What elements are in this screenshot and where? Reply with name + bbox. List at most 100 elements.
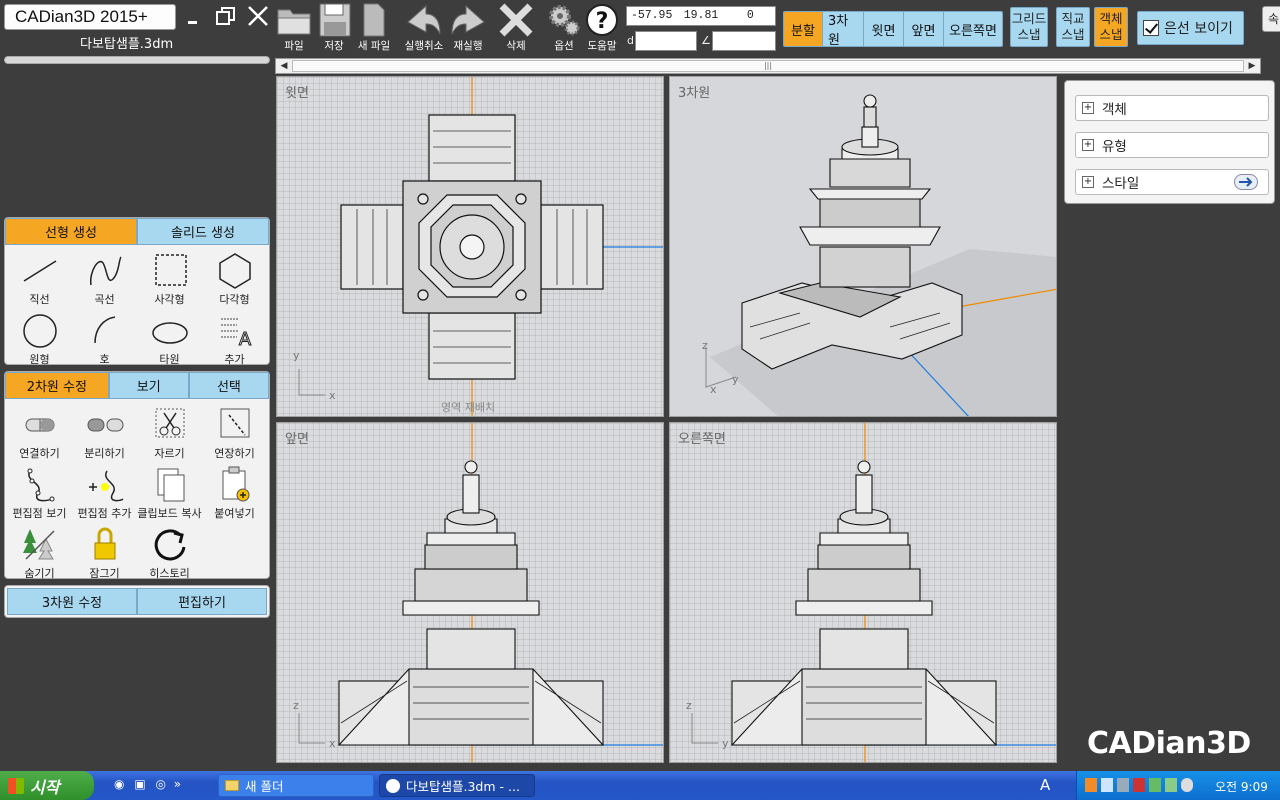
circle-tool[interactable]: 원형 [7,309,72,369]
tray-app-icon[interactable] [1085,778,1097,792]
redo-button[interactable]: 재실행 [444,0,492,56]
viewport-right[interactable]: 오른쪽면 z y [669,422,1057,763]
taskbar-item-cadian[interactable]: 다보탑샘플.3dm - ... [379,774,535,797]
app-icon[interactable]: ▣ [134,777,145,791]
view-selector: 분할 3차원 윗면 앞면 오른쪽면 [783,11,1003,47]
viewport-3d[interactable]: 3차원 z y x [669,76,1057,417]
distance-input[interactable] [635,31,697,51]
view-split-button[interactable]: 분할 [784,12,823,46]
tab-solid-create[interactable]: 솔리드 생성 [137,218,269,245]
ie-icon[interactable]: ◉ [114,777,124,791]
security-icon[interactable] [1133,778,1145,792]
view-front-button[interactable]: 앞면 [904,12,944,46]
coord-x: -57.95 [630,9,673,22]
lock-tool[interactable]: 잠그기 [72,523,137,583]
safe-remove-icon[interactable] [1181,778,1193,792]
arrow-right-icon[interactable] [1234,174,1258,190]
extend-tool[interactable]: 연장하기 [202,403,267,463]
scroll-left-arrow-icon[interactable]: ◀ [277,59,291,73]
properties-object-row[interactable]: + 객체 [1075,95,1269,121]
horizontal-scrollbar[interactable]: ◀ ||| ▶ [275,58,1261,74]
help-button[interactable]: ? 도움말 [578,0,626,56]
tab-linear-create[interactable]: 선형 생성 [5,218,137,245]
viewport-front[interactable]: 앞면 z x [276,422,664,763]
distance-label: d [627,34,634,47]
tab-view[interactable]: 보기 [108,372,189,399]
system-tray: 오전 9:09 [1076,771,1280,800]
create-group: 선형 생성 솔리드 생성 직선 곡선 사각형 다각형 원형 호 타원 A 추가 [4,217,270,366]
pen-icon[interactable] [1165,778,1177,792]
tab-editing[interactable]: 편집하기 [137,588,267,615]
properties-panel: + 객체 + 유형 + 스타일 [1064,80,1275,204]
angle-input[interactable] [712,31,776,51]
rectangle-icon [154,254,187,286]
chrome-icon[interactable]: ◎ [155,777,165,791]
network-icon[interactable] [1101,778,1113,792]
polygon-tool[interactable]: 다각형 [202,249,267,309]
view-3d-button[interactable]: 3차원 [823,12,864,46]
expand-icon: + [1082,176,1094,188]
view-right-button[interactable]: 오른쪽면 [944,12,1002,46]
show-hidden-lines-checkbox[interactable]: 은선 보이기 [1137,11,1244,45]
extend-icon [220,408,249,438]
close-button[interactable] [246,4,270,28]
expand-icon: + [1082,139,1094,151]
new-file-button[interactable]: 새 파일 [350,0,398,56]
checkbox-checked-icon [1143,20,1159,36]
paste-tool[interactable]: 붙여넣기 [202,463,267,523]
overflow-button[interactable]: 속 [1262,6,1280,32]
minimize-button[interactable] [184,4,208,28]
tab-select[interactable]: 선택 [188,372,270,399]
top-toolbar: CADian3D 2015+ 다보탑샘플.3dm 파일 저장 새 파일 실행취소… [0,0,1280,58]
clipboard-copy-tool[interactable]: 클립보드 복사 [137,463,202,523]
show-edit-points-tool[interactable]: 편집점 보기 [7,463,72,523]
front-view-drawing [298,423,663,762]
language-indicator[interactable]: A [1040,776,1050,794]
properties-style-row[interactable]: + 스타일 [1075,169,1269,195]
trim-tool[interactable]: 자르기 [137,403,202,463]
restore-button[interactable] [214,4,238,28]
properties-type-row[interactable]: + 유형 [1075,132,1269,158]
curve-tool[interactable]: 곡선 [72,249,137,309]
viewport-title: 윗면 [285,86,309,101]
restore-icon [216,7,235,25]
svg-text:A: A [238,329,251,350]
windows-logo-icon [8,777,24,794]
chevron-right-icon[interactable]: » [174,777,181,791]
start-button[interactable]: 시작 [0,771,94,800]
grid-snap-toggle[interactable]: 그리드 스냅 [1010,7,1048,47]
delete-button[interactable]: 삭제 [492,0,540,56]
ellipse-tool[interactable]: 타원 [137,309,202,369]
rearrange-area-label: 영역 재배치 [441,401,496,414]
ellipse-icon [151,322,188,344]
tab-2d-edit[interactable]: 2차원 수정 [5,372,109,399]
ortho-snap-toggle[interactable]: 직교 스냅 [1056,7,1090,47]
line-tool[interactable]: 직선 [7,249,72,309]
scroll-right-arrow-icon[interactable]: ▶ [1245,59,1259,73]
paste-icon [222,466,249,502]
split-icon [87,418,123,432]
tab-3d-edit[interactable]: 3차원 수정 [7,588,137,615]
svg-text:?: ? [596,9,609,34]
add-edit-point-tool[interactable]: 편집점 추가 [72,463,137,523]
volume-icon[interactable] [1117,778,1129,792]
split-tool[interactable]: 분리하기 [72,403,137,463]
view-top-button[interactable]: 윗면 [864,12,904,46]
scrollbar-thumb[interactable]: ||| [292,60,1244,72]
hide-tool[interactable]: 숨기기 [7,523,72,583]
update-icon[interactable] [1149,778,1161,792]
panel-resize-slider[interactable] [4,56,270,64]
rectangle-tool[interactable]: 사각형 [137,249,202,309]
clock: 오전 9:09 [1215,780,1268,794]
taskbar-item-folder[interactable]: 새 폴더 [218,774,374,797]
join-tool[interactable]: 연결하기 [7,403,72,463]
angle-label: ∠ [701,34,711,47]
history-tool[interactable]: 히스토리 [137,523,202,583]
object-snap-toggle[interactable]: 객체 스냅 [1094,7,1128,47]
viewport-top[interactable]: 윗면 y x 영역 재배치 [276,76,664,417]
delete-icon [499,3,533,37]
arc-tool[interactable]: 호 [72,309,137,369]
undo-icon [407,4,441,35]
viewport-title: 오른쪽면 [678,432,726,447]
text-tool[interactable]: A 추가 [202,309,267,369]
